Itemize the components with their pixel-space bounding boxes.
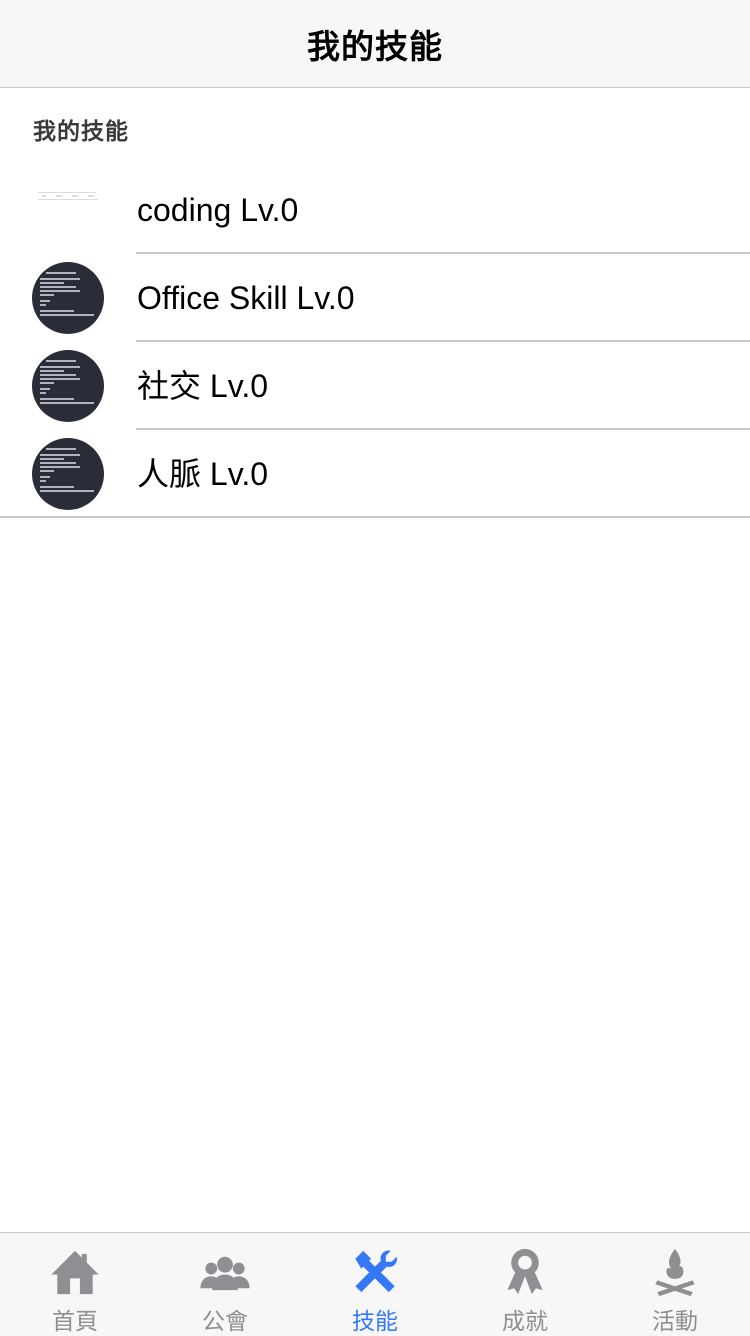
tab-label: 公會 [202, 1309, 248, 1335]
tab-home[interactable]: 首頁 [0, 1233, 150, 1336]
tab-label: 成就 [502, 1309, 548, 1335]
skill-row-network[interactable]: 人脈 Lv.0 [0, 430, 750, 518]
row-separator [0, 516, 750, 518]
skill-avatar [32, 438, 104, 510]
skill-row-social[interactable]: 社交 Lv.0 [0, 342, 750, 430]
skill-avatar [32, 262, 104, 334]
page-title: 我的技能 [307, 26, 443, 66]
skill-label: 人脈 Lv.0 [137, 456, 269, 492]
skill-row-coding[interactable]: coding Lv.0 [0, 166, 750, 254]
group-icon [200, 1256, 250, 1291]
skill-avatar [32, 350, 104, 422]
section-header: 我的技能 [33, 119, 129, 145]
tab-guild[interactable]: 公會 [150, 1233, 300, 1336]
tools-icon [355, 1250, 397, 1293]
skill-avatar [32, 172, 104, 244]
tab-skills[interactable]: 技能 [300, 1233, 450, 1336]
tab-label: 活動 [652, 1309, 698, 1335]
navigation-bar: 我的技能 [0, 0, 750, 88]
tab-bar: 首頁 公會 技能 成就 活動 [0, 1232, 750, 1336]
screen: 我的技能 我的技能 coding Lv.0 Office Skill Lv.0 … [0, 0, 750, 1336]
skill-label: coding Lv.0 [137, 192, 299, 228]
skill-list: coding Lv.0 Office Skill Lv.0 社交 Lv.0 人脈… [0, 166, 750, 518]
award-icon [507, 1248, 543, 1295]
skill-row-office-skill[interactable]: Office Skill Lv.0 [0, 254, 750, 342]
tab-activities[interactable]: 活動 [600, 1233, 750, 1336]
skill-label: Office Skill Lv.0 [137, 280, 355, 316]
tab-label: 技能 [352, 1309, 398, 1335]
home-icon [51, 1250, 99, 1295]
tab-achievements[interactable]: 成就 [450, 1233, 600, 1336]
campfire-icon [655, 1248, 695, 1297]
skill-label: 社交 Lv.0 [137, 368, 269, 404]
tab-label: 首頁 [52, 1309, 98, 1335]
